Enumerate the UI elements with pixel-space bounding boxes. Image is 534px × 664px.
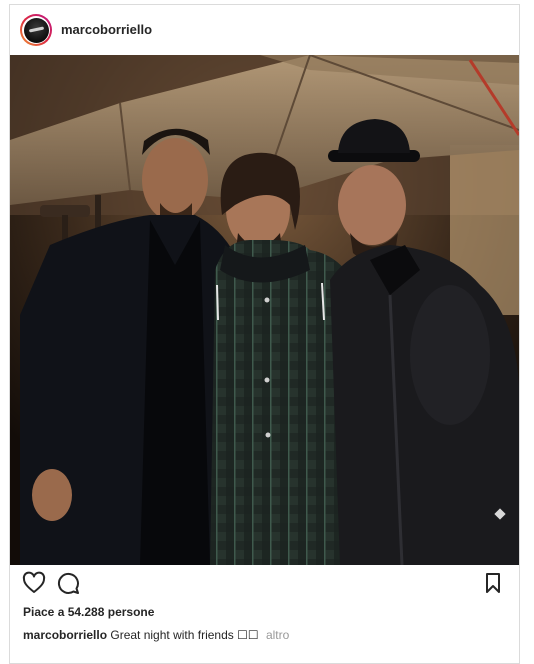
bookmark-icon[interactable]: [481, 571, 507, 597]
caption-username[interactable]: marcoborriello: [23, 628, 107, 642]
caption-text: Great night with friends ☐☐: [110, 628, 259, 642]
more-link[interactable]: altro: [266, 628, 289, 642]
avatar-image: [23, 17, 49, 43]
post-header: marcoborriello: [10, 5, 519, 55]
likes-count[interactable]: Piace a 54.288 persone: [23, 605, 154, 619]
post-card: marcoborriello Piace a 54.288 persone ma…: [9, 4, 520, 664]
post-username[interactable]: marcoborriello: [61, 22, 152, 37]
post-photo[interactable]: [10, 55, 519, 565]
avatar[interactable]: [20, 14, 52, 46]
comment-icon[interactable]: [56, 571, 82, 597]
post-actions: [10, 571, 519, 601]
post-caption: marcoborriello Great night with friends …: [23, 628, 289, 642]
heart-icon[interactable]: [22, 571, 48, 597]
